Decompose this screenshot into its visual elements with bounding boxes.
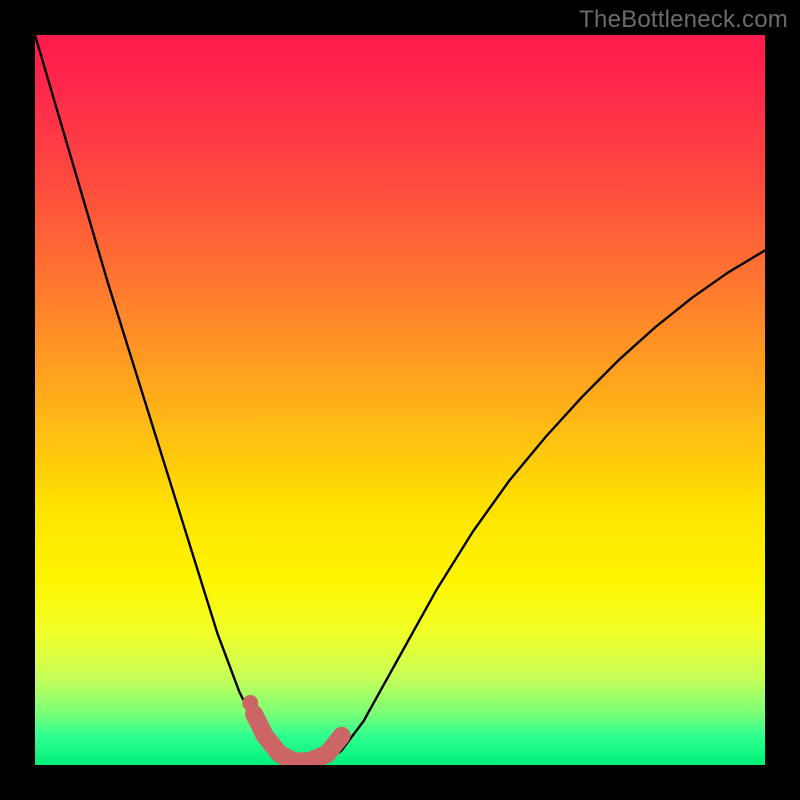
plot-area: [35, 35, 765, 765]
salmon-overlay-path: [254, 714, 342, 762]
left-branch-path: [35, 35, 291, 761]
curve-layer: [35, 35, 765, 765]
attribution-text: TheBottleneck.com: [579, 6, 788, 34]
salmon-dot: [242, 695, 258, 711]
right-branch-path: [327, 250, 765, 761]
